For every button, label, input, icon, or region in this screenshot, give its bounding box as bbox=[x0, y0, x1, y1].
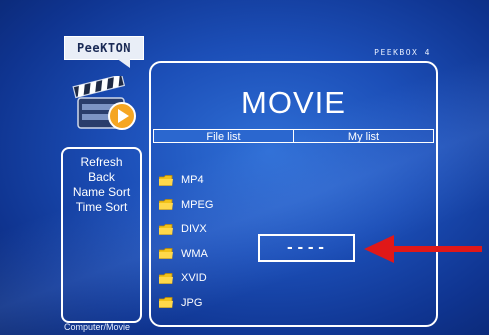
movie-clapper-icon bbox=[72, 76, 136, 130]
list-item-label: MPEG bbox=[181, 198, 214, 211]
red-arrow-pointer bbox=[364, 235, 482, 263]
tab-file-list[interactable]: File list bbox=[153, 129, 294, 143]
folder-icon bbox=[159, 248, 173, 260]
folder-icon bbox=[159, 174, 173, 186]
list-item-mpeg[interactable]: MPEG bbox=[159, 193, 213, 218]
page-title: MOVIE bbox=[241, 85, 346, 120]
brand-logo-tail bbox=[116, 58, 130, 68]
list-item-xvid[interactable]: XVID bbox=[159, 266, 213, 291]
folder-icon bbox=[159, 297, 173, 309]
list-item-divx[interactable]: DIVX bbox=[159, 217, 213, 242]
list-item-label: DIVX bbox=[181, 223, 207, 236]
main-panel: MOVIE File list My list MP4 MPEG DIVX WM… bbox=[149, 61, 438, 327]
list-item-mp4[interactable]: MP4 bbox=[159, 168, 213, 193]
sidebar-menu: Refresh Back Name Sort Time Sort bbox=[61, 147, 142, 323]
tab-my-list[interactable]: My list bbox=[294, 129, 434, 143]
tab-bar: File list My list bbox=[153, 129, 434, 143]
folder-icon bbox=[159, 272, 173, 284]
sidebar-item-refresh[interactable]: Refresh bbox=[63, 155, 140, 170]
list-item-jpg[interactable]: JPG bbox=[159, 291, 213, 316]
brand-logo: PeeKTON bbox=[64, 36, 144, 60]
list-item-label: WMA bbox=[181, 247, 208, 260]
sidebar-item-back[interactable]: Back bbox=[63, 170, 140, 185]
sidebar-item-time-sort[interactable]: Time Sort bbox=[63, 200, 140, 215]
list-item-label: JPG bbox=[181, 296, 203, 309]
sidebar-item-name-sort[interactable]: Name Sort bbox=[63, 185, 140, 200]
list-item-wma[interactable]: WMA bbox=[159, 242, 213, 267]
list-item-label: XVID bbox=[181, 272, 207, 285]
breadcrumb: Computer/Movie bbox=[64, 322, 131, 332]
folder-icon bbox=[159, 199, 173, 211]
status-display: ---- bbox=[258, 234, 355, 262]
model-label: PEEKBOX 4 bbox=[374, 48, 431, 57]
file-list: MP4 MPEG DIVX WMA XVID JPG bbox=[159, 168, 213, 315]
folder-icon bbox=[159, 223, 173, 235]
list-item-label: MP4 bbox=[181, 174, 204, 187]
